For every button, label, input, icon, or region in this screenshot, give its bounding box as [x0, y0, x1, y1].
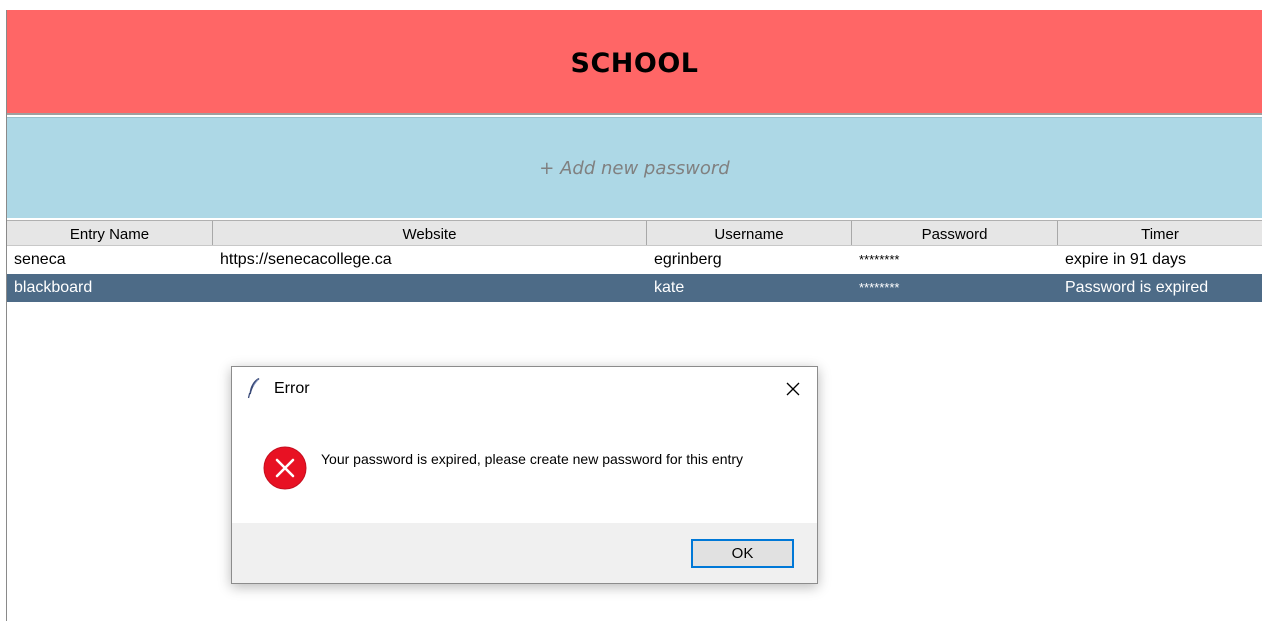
dialog-footer: OK	[232, 523, 817, 583]
column-header-password[interactable]: Password	[852, 221, 1058, 245]
dialog-message: Your password is expired, please create …	[321, 451, 744, 467]
ok-button[interactable]: OK	[691, 539, 794, 568]
table-row-selected[interactable]: blackboard kate ******** Password is exp…	[7, 274, 1262, 302]
password-table: Entry Name Website Username Password Tim…	[7, 220, 1262, 302]
cell-username: kate	[654, 279, 685, 296]
cell-timer: Password is expired	[1065, 279, 1209, 296]
dialog-body: Your password is expired, please create …	[232, 411, 817, 523]
cell-entry-name: blackboard	[14, 279, 93, 296]
category-header: SCHOOL	[7, 10, 1262, 115]
dialog-title: Error	[274, 380, 310, 397]
column-header-website[interactable]: Website	[213, 221, 647, 245]
feather-icon	[247, 377, 261, 399]
add-new-password-button[interactable]: + Add new password	[7, 117, 1262, 218]
table-header: Entry Name Website Username Password Tim…	[7, 220, 1262, 246]
cell-website: https://senecacollege.ca	[220, 251, 392, 268]
column-header-timer[interactable]: Timer	[1058, 221, 1262, 245]
cell-timer: expire in 91 days	[1065, 251, 1186, 268]
cell-password: ********	[859, 252, 900, 267]
error-dialog: Error Your password is expired, please c…	[231, 366, 818, 584]
dialog-titlebar[interactable]: Error	[232, 367, 817, 411]
column-header-entry-name[interactable]: Entry Name	[7, 221, 213, 245]
column-header-username[interactable]: Username	[647, 221, 852, 245]
cell-website	[213, 274, 647, 302]
category-title: SCHOOL	[570, 48, 699, 79]
add-new-password-label: + Add new password	[539, 157, 730, 179]
table-row[interactable]: seneca https://senecacollege.ca egrinber…	[7, 246, 1262, 274]
cell-username: egrinberg	[654, 251, 722, 268]
error-icon	[263, 446, 307, 490]
cell-entry-name: seneca	[14, 251, 66, 268]
cell-password: ********	[859, 280, 900, 295]
close-icon[interactable]	[779, 375, 807, 403]
